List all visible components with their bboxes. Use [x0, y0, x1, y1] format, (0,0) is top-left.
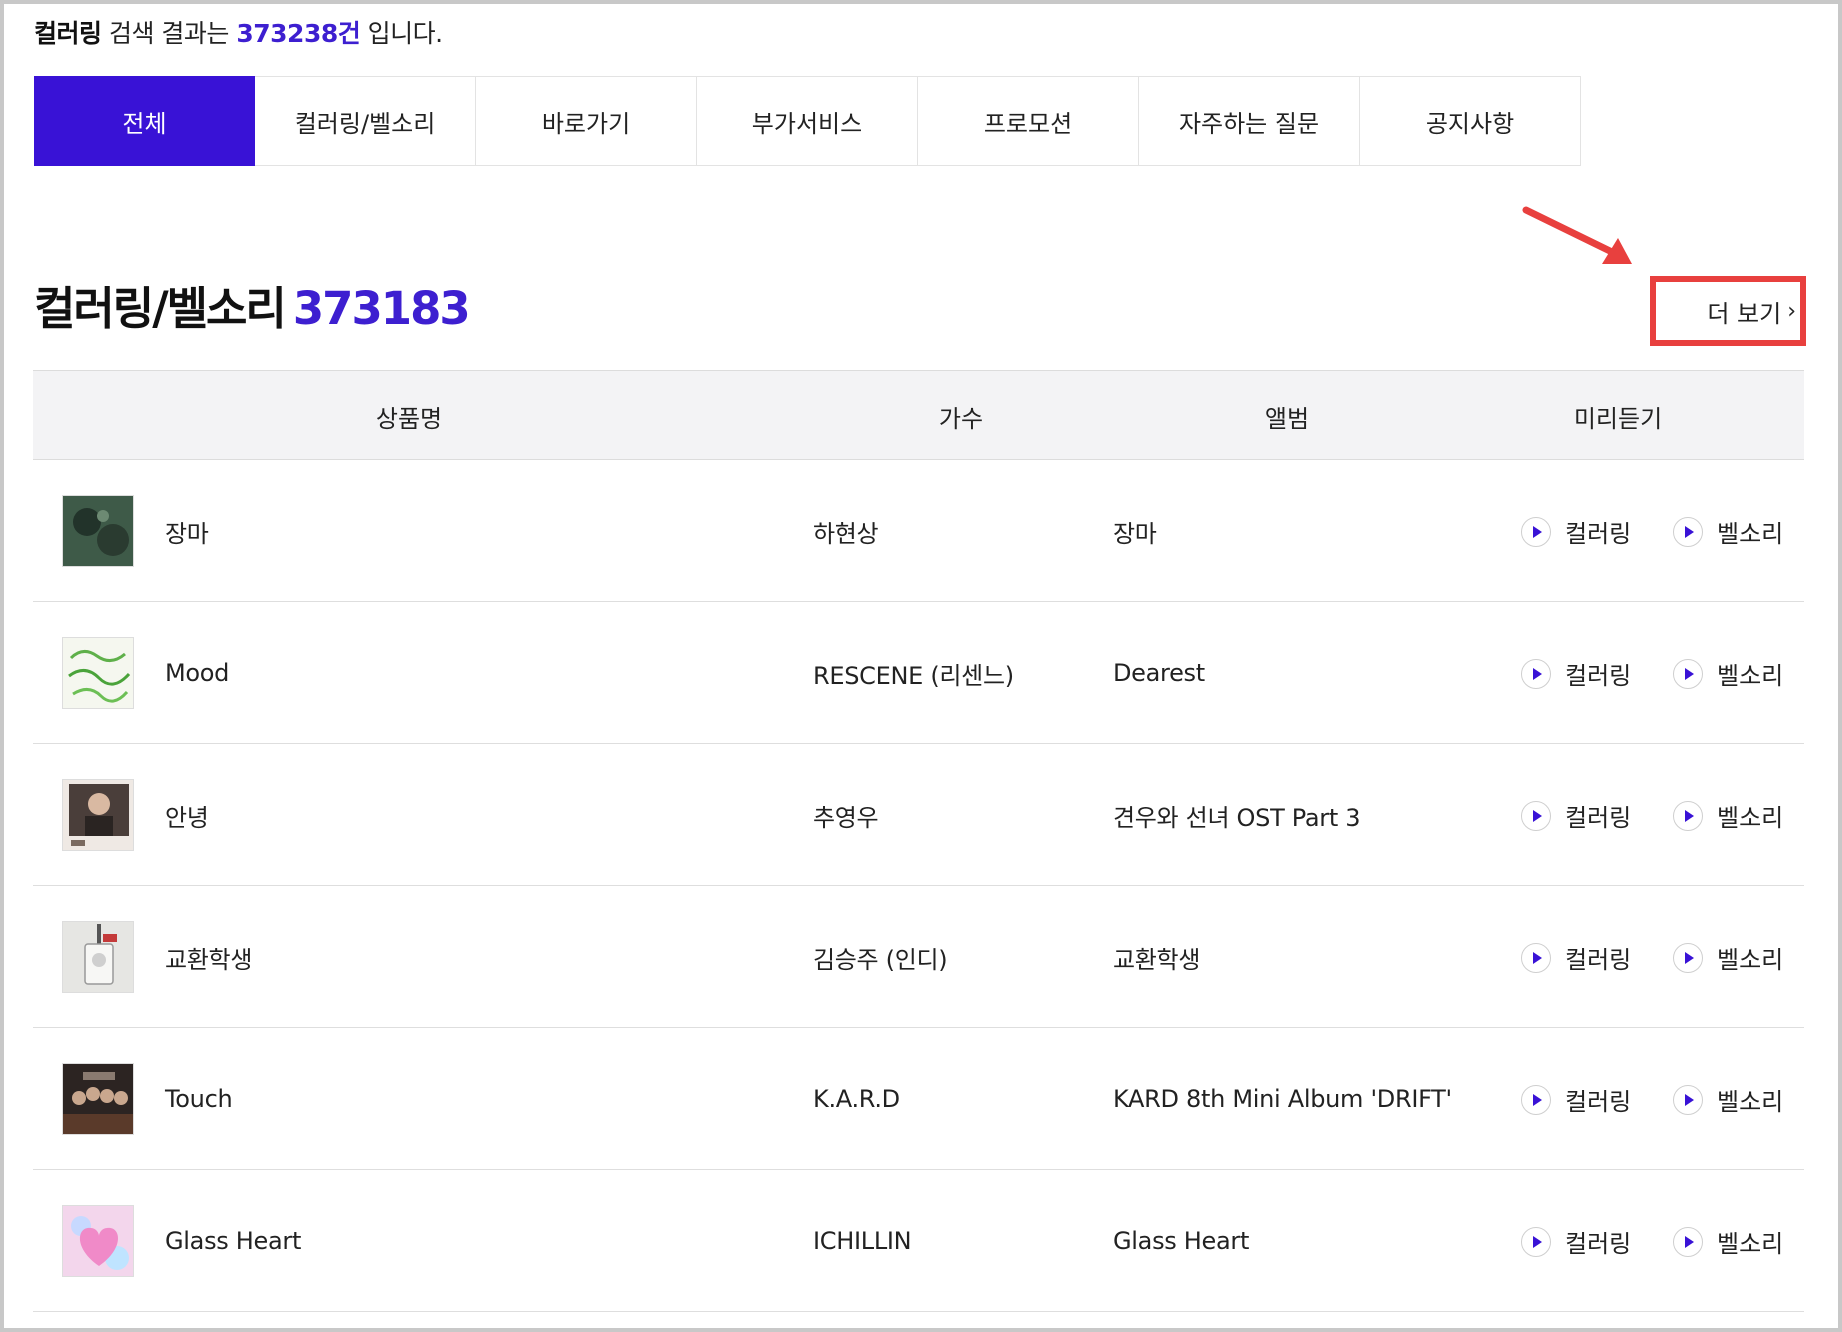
coloring-label: 컬러링	[1565, 520, 1632, 548]
play-icon	[1521, 1226, 1551, 1257]
tab-faq[interactable]: 자주하는 질문	[1139, 76, 1360, 166]
category-tabs: 전체 컬러링/벨소리 바로가기 부가서비스 프로모션 자주하는 질문 공지사항	[34, 76, 1581, 166]
ringtone-label: 벨소리	[1717, 1088, 1784, 1116]
section-title: 컬러링/벨소리 373183	[34, 272, 471, 337]
album-name[interactable]: Glass Heart	[1113, 1170, 1249, 1312]
tab-extra-services[interactable]: 부가서비스	[697, 76, 918, 166]
album-name[interactable]: Dearest	[1113, 602, 1205, 744]
more-button-label: 더 보기	[1707, 299, 1782, 328]
ringtone-preview-button[interactable]: 벨소리	[1673, 940, 1783, 975]
section-count: 373183	[292, 282, 471, 335]
coloring-label: 컬러링	[1565, 946, 1632, 974]
coloring-preview-button[interactable]: 컬러링	[1521, 656, 1631, 691]
coloring-preview-button[interactable]: 컬러링	[1521, 1082, 1631, 1117]
product-name[interactable]: Mood	[165, 602, 229, 744]
artist-name[interactable]: 추영우	[813, 744, 879, 886]
results-table: 상품명 가수 앨범 미리듣기 장마 하현상 장마 컬러링 벨소리 Mood RE…	[33, 370, 1804, 1312]
album-thumbnail[interactable]	[62, 1205, 134, 1277]
header-product-name: 상품명	[375, 404, 443, 433]
play-icon	[1673, 516, 1703, 547]
ringtone-preview-button[interactable]: 벨소리	[1673, 1224, 1783, 1259]
header-artist: 가수	[938, 404, 984, 433]
chevron-right-icon: ›	[1787, 298, 1796, 324]
page-frame: 컬러링 검색 결과는 373238건 입니다. 전체 컬러링/벨소리 바로가기 …	[0, 0, 1842, 1332]
artist-name[interactable]: ICHILLIN	[813, 1170, 912, 1312]
product-name[interactable]: 안녕	[165, 744, 209, 886]
search-summary: 컬러링 검색 결과는 373238건 입니다.	[34, 14, 443, 50]
album-thumbnail[interactable]	[62, 1063, 134, 1135]
play-icon	[1521, 1084, 1551, 1115]
tab-promotion[interactable]: 프로모션	[918, 76, 1139, 166]
ringtone-preview-button[interactable]: 벨소리	[1673, 798, 1783, 833]
coloring-preview-button[interactable]: 컬러링	[1521, 798, 1631, 833]
play-icon	[1521, 516, 1551, 547]
artist-name[interactable]: K.A.R.D	[813, 1028, 900, 1170]
tab-notice[interactable]: 공지사항	[1360, 76, 1581, 166]
ringtone-preview-button[interactable]: 벨소리	[1673, 514, 1783, 549]
search-keyword: 컬러링	[34, 19, 102, 48]
header-album: 앨범	[1264, 404, 1310, 433]
product-name[interactable]: Glass Heart	[165, 1170, 301, 1312]
play-icon	[1521, 800, 1551, 831]
table-row: 안녕 추영우 견우와 선녀 OST Part 3 컬러링 벨소리	[33, 744, 1804, 886]
coloring-label: 컬러링	[1565, 1230, 1632, 1258]
table-row: 장마 하현상 장마 컬러링 벨소리	[33, 460, 1804, 602]
play-icon	[1673, 942, 1703, 973]
ringtone-preview-button[interactable]: 벨소리	[1673, 1082, 1783, 1117]
play-icon	[1673, 658, 1703, 689]
product-name[interactable]: 장마	[165, 460, 209, 602]
ringtone-label: 벨소리	[1717, 1230, 1784, 1258]
album-name[interactable]: 견우와 선녀 OST Part 3	[1113, 744, 1361, 886]
ringtone-label: 벨소리	[1717, 946, 1784, 974]
summary-text-2: 입니다.	[360, 19, 443, 48]
ringtone-label: 벨소리	[1717, 804, 1784, 832]
artist-name[interactable]: RESCENE (리센느)	[813, 602, 1014, 744]
table-row: Touch K.A.R.D KARD 8th Mini Album 'DRIFT…	[33, 1028, 1804, 1170]
product-name[interactable]: Touch	[165, 1028, 233, 1170]
coloring-label: 컬러링	[1565, 662, 1632, 690]
table-row: Mood RESCENE (리센느) Dearest 컬러링 벨소리	[33, 602, 1804, 744]
summary-text-1: 검색 결과는	[101, 19, 237, 48]
tab-shortcuts[interactable]: 바로가기	[476, 76, 697, 166]
album-name[interactable]: 장마	[1113, 460, 1157, 602]
header-preview: 미리듣기	[1573, 404, 1663, 433]
artist-name[interactable]: 하현상	[813, 460, 879, 602]
coloring-label: 컬러링	[1565, 804, 1632, 832]
table-row: 교환학생 김승주 (인디) 교환학생 컬러링 벨소리	[33, 886, 1804, 1028]
product-name[interactable]: 교환학생	[165, 886, 252, 1028]
section-title-text: 컬러링/벨소리	[34, 282, 287, 335]
coloring-preview-button[interactable]: 컬러링	[1521, 1224, 1631, 1259]
table-header: 상품명 가수 앨범 미리듣기	[33, 370, 1804, 460]
album-thumbnail[interactable]	[62, 637, 134, 709]
play-icon	[1521, 658, 1551, 689]
album-thumbnail[interactable]	[62, 495, 134, 567]
ringtone-preview-button[interactable]: 벨소리	[1673, 656, 1783, 691]
album-name[interactable]: KARD 8th Mini Album 'DRIFT'	[1113, 1028, 1452, 1170]
search-result-count: 373238건	[236, 19, 361, 48]
tab-all[interactable]: 전체	[34, 76, 255, 166]
coloring-preview-button[interactable]: 컬러링	[1521, 940, 1631, 975]
tab-coloring-ringtone[interactable]: 컬러링/벨소리	[255, 76, 476, 166]
coloring-preview-button[interactable]: 컬러링	[1521, 514, 1631, 549]
red-arrow-annotation-icon	[1522, 206, 1632, 264]
artist-name[interactable]: 김승주 (인디)	[813, 886, 948, 1028]
table-row: Glass Heart ICHILLIN Glass Heart 컬러링 벨소리	[33, 1170, 1804, 1312]
play-icon	[1673, 800, 1703, 831]
ringtone-label: 벨소리	[1717, 520, 1784, 548]
play-icon	[1673, 1084, 1703, 1115]
play-icon	[1521, 942, 1551, 973]
album-thumbnail[interactable]	[62, 779, 134, 851]
coloring-label: 컬러링	[1565, 1088, 1632, 1116]
more-button[interactable]: 더 보기 ›	[1650, 276, 1806, 346]
album-thumbnail[interactable]	[62, 921, 134, 993]
album-name[interactable]: 교환학생	[1113, 886, 1200, 1028]
play-icon	[1673, 1226, 1703, 1257]
ringtone-label: 벨소리	[1717, 662, 1784, 690]
